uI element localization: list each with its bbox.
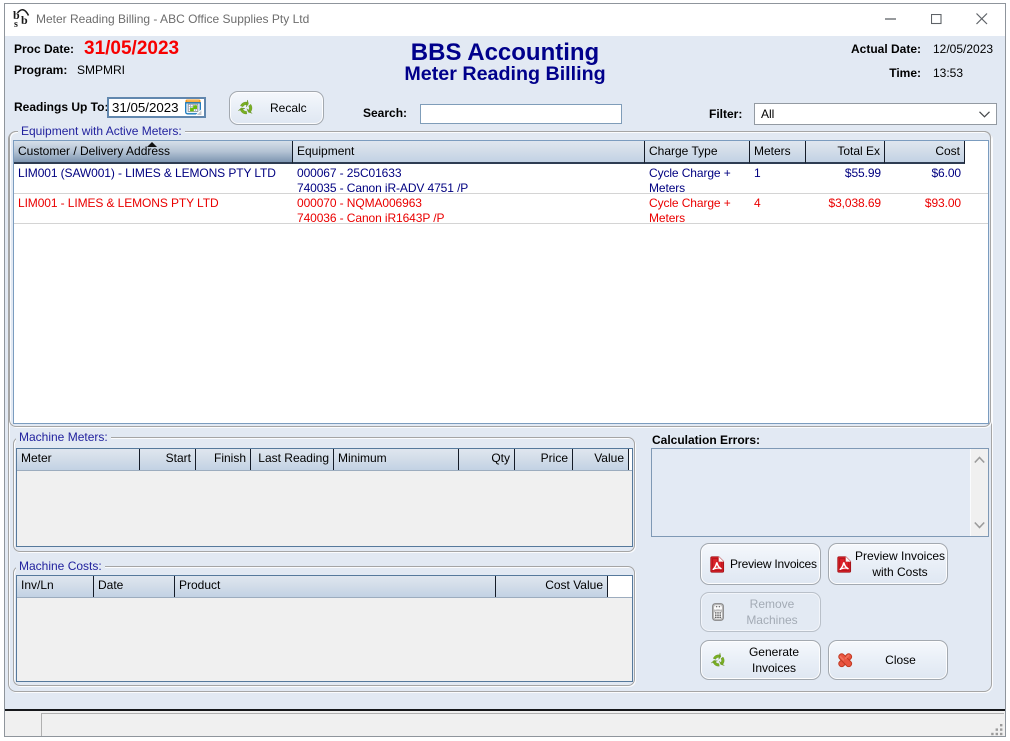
svg-text:s: s: [14, 19, 18, 27]
svg-text:b: b: [21, 13, 28, 27]
